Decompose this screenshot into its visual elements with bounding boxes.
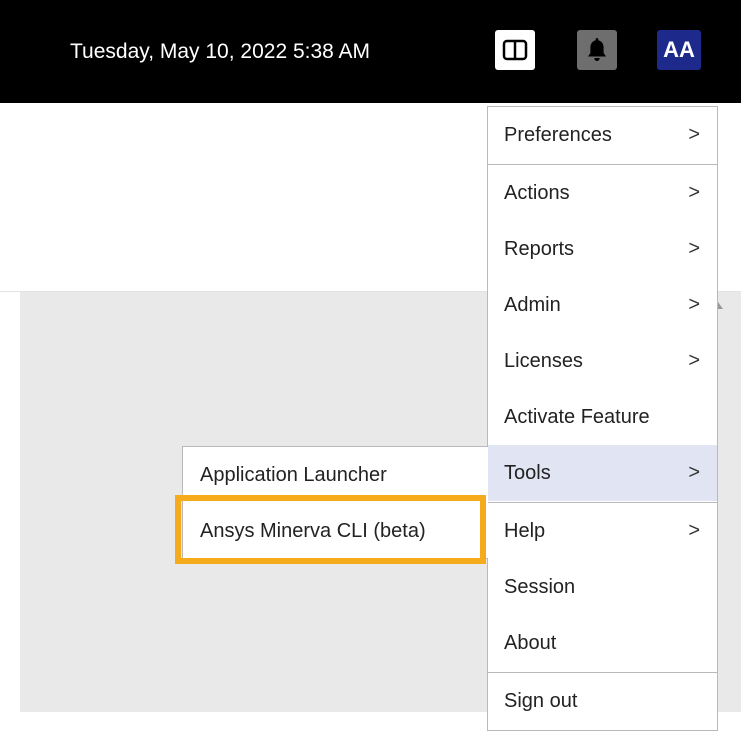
tools-submenu: Application Launcher Ansys Minerva CLI (… [182, 446, 488, 559]
menu-item-help[interactable]: Help > [488, 503, 717, 559]
submenu-item-label: Ansys Minerva CLI (beta) [200, 519, 426, 542]
menu-item-label: Activate Feature [504, 405, 650, 428]
split-panel-icon [502, 39, 528, 61]
chevron-right-icon: > [688, 181, 700, 204]
submenu-item-label: Application Launcher [200, 463, 387, 486]
chevron-right-icon: > [688, 461, 700, 484]
menu-item-about[interactable]: About [488, 615, 717, 671]
top-bar: Tuesday, May 10, 2022 5:38 AM AA [0, 0, 741, 103]
chevron-right-icon: > [688, 519, 700, 542]
submenu-item-application-launcher[interactable]: Application Launcher [183, 447, 487, 503]
menu-item-label: Help [504, 519, 546, 542]
menu-item-label: Actions [504, 181, 570, 204]
menu-item-actions[interactable]: Actions > [488, 165, 717, 221]
chevron-right-icon: > [688, 293, 700, 316]
menu-item-label: Licenses [504, 349, 583, 372]
menu-item-activate-feature[interactable]: Activate Feature [488, 389, 717, 445]
chevron-right-icon: > [688, 123, 700, 146]
bell-icon [588, 38, 606, 61]
menu-item-preferences[interactable]: Preferences > [488, 107, 717, 163]
user-menu: Preferences > Actions > Reports > Admin … [487, 106, 718, 731]
menu-item-tools[interactable]: Tools > [488, 445, 717, 501]
menu-item-reports[interactable]: Reports > [488, 221, 717, 277]
menu-item-sign-out[interactable]: Sign out [488, 673, 717, 729]
menu-item-label: Reports [504, 237, 575, 260]
menu-item-label: Admin [504, 293, 561, 316]
menu-item-licenses[interactable]: Licenses > [488, 333, 717, 389]
current-datetime: Tuesday, May 10, 2022 5:38 AM [70, 40, 371, 63]
menu-item-label: Preferences [504, 123, 612, 146]
chevron-right-icon: > [688, 237, 700, 260]
menu-item-label: Tools [504, 461, 551, 484]
submenu-item-minerva-cli[interactable]: Ansys Minerva CLI (beta) [183, 503, 487, 559]
layout-toggle-button[interactable] [495, 30, 535, 70]
chevron-right-icon: > [688, 349, 700, 372]
menu-item-label: Sign out [504, 689, 578, 712]
menu-item-label: Session [504, 575, 576, 598]
notifications-button[interactable] [577, 30, 617, 70]
user-avatar[interactable]: AA [657, 30, 701, 70]
menu-item-label: About [504, 631, 557, 654]
menu-item-session[interactable]: Session [488, 559, 717, 615]
menu-item-admin[interactable]: Admin > [488, 277, 717, 333]
